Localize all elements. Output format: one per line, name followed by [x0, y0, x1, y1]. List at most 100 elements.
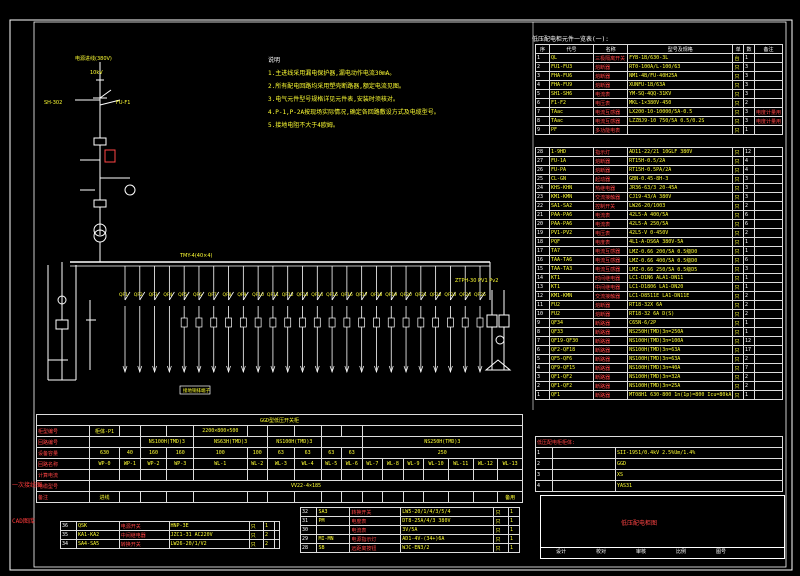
parts-cell: 3 [742, 89, 755, 99]
parts-cell: C65N-6/2P [627, 318, 734, 328]
parts-cell: 只 [732, 219, 744, 229]
circuit-table-header: GGD型低压开关柜 [36, 414, 523, 426]
parts-cell: GBN-0.45-8H-3 [627, 174, 734, 184]
parts-cell: 只 [732, 237, 744, 247]
parts-row: 20 PAA-PA6 电流表 42L5-A 250/5A 只 6 [534, 219, 784, 229]
parts-cell [753, 336, 784, 346]
branch-feeder: QF4 [163, 266, 175, 374]
parts-cell: 12 [534, 291, 551, 301]
parts-cell: LC1-D8511E LA1-DN11E [627, 291, 734, 301]
parts-cell: 9 [534, 318, 551, 328]
bottom-parts-table-right: 32 SA3 转换开关 LW5-20/1/4/3/5/4 只 1 31 PM 电度表 DT8-25… [299, 507, 520, 553]
bottom-parts-cell: 只 [493, 525, 510, 535]
parts-cell: 熔断器 [593, 156, 629, 166]
parts-cell: 1 [742, 318, 755, 328]
parts-cell: 多功能电表 [593, 125, 629, 135]
parts-cell: 42L5-A 250/5A [627, 219, 734, 229]
parts-cell: 熔断器 [593, 300, 629, 310]
parts-cell [753, 381, 784, 391]
parts-row: 2 FU1-FU3 熔断器 RT0-100A/L-100/63 只 3 [534, 62, 784, 72]
parts-cell: 电度表 [593, 237, 629, 247]
parts-row: 24 KHS-KHN 热继电器 JR36-63/3 20-45A 只 3 [534, 183, 784, 193]
parts-cell: 20 [534, 219, 551, 229]
parts-cell: 4 [742, 156, 755, 166]
parts-row: 3 QF1-QF2 断路器 NS100H(TMD)3n=32A 只 2 [534, 372, 784, 382]
circuit-cell: 63 [267, 447, 295, 459]
branch-feeder: QF8 [223, 266, 234, 374]
note-item: 1.主进线采用漏电保护器,漏电动作电流30mA。 [268, 70, 396, 77]
parts-cell: 2 [742, 381, 755, 391]
parts-cell: CJ19-43/A 380V [627, 192, 734, 202]
parts-cell: QF1-QF2 [549, 372, 595, 382]
parts-cell: 1 [742, 282, 755, 292]
circuit-cell [193, 469, 248, 481]
circuit-cell [402, 491, 425, 503]
parts-cell: 3 [534, 71, 551, 81]
branch-feeder: QF18 [370, 266, 382, 374]
parts-cell: PQF [549, 237, 595, 247]
parts-cell [753, 273, 784, 283]
circuit-cell: WL-2 [246, 458, 269, 470]
circuit-row-label: 柜型编号 [36, 425, 90, 437]
parts-cell: 只 [732, 107, 744, 117]
circuit-cell [89, 436, 141, 448]
circuit-cell: 63 [341, 447, 363, 459]
parts-cell: 只 [732, 228, 744, 238]
parts-cell: TAA-TA6 [549, 255, 595, 265]
parts-cell: FHA-FU9 [549, 80, 595, 90]
parts-cell: LC1-D1N6 ALA1-DN11 [627, 273, 734, 283]
circuit-cell: 40 [119, 447, 141, 459]
parts-cell: 只 [732, 381, 744, 391]
parts-cell [753, 89, 784, 99]
parts-cell [753, 53, 784, 63]
parts-cell [753, 80, 784, 90]
parts-cell: 电度计量用 [753, 107, 784, 117]
bottom-parts-cell: 1 [262, 521, 275, 531]
parts-cell: 电流互感器 [593, 107, 629, 117]
parts-cell [753, 201, 784, 211]
circuit-cell: 备用 [497, 491, 523, 503]
parts-cell: JR36-63/3 20-45A [627, 183, 734, 193]
bottom-parts-cell: 32 [299, 507, 318, 517]
bottom-parts-cell: JZC1-31 AC220V [168, 530, 250, 540]
bottom-parts-cell: KA1-KA2 [76, 530, 120, 540]
circuit-cell: 柜体-P1 [88, 425, 121, 437]
branch-feeder: QF9 [237, 266, 249, 374]
note-item: 5.接地电阻不大于4欧姆。 [268, 122, 339, 129]
branch-label: QF21 [415, 292, 427, 298]
parts-cell: 1 [742, 237, 755, 247]
parts-cell: 2 [742, 372, 755, 382]
busbar-label: TMY-4(40×4) [179, 253, 212, 259]
bottom-parts-cell: 只 [493, 543, 510, 553]
note-item: 4.P-1,P-2A按现场实际情况,确定各回路敷设方式及电缆型号。 [268, 109, 440, 116]
bottom-parts-cell: 电度表 [349, 516, 402, 526]
parts-cell: KM1-KMN [549, 291, 595, 301]
bottom-parts-cell: 1 [508, 507, 520, 517]
bottom-parts-cell: AD1-4V-(34+)6A [400, 534, 495, 544]
branch-label: QF7 [208, 292, 217, 298]
circuit-cell: WL-9 [402, 458, 425, 470]
aux-circuit [484, 290, 512, 371]
circuit-cell [119, 469, 141, 481]
parts-cell: 6 [742, 255, 755, 265]
circuit-cell: 63 [320, 447, 343, 459]
parts-cell [753, 71, 784, 81]
parts-cell: 7 [534, 107, 551, 117]
parts-cell: 12 [742, 336, 755, 346]
branch-feeder: QF6 [193, 266, 205, 374]
parts-cell [753, 228, 784, 238]
parts-row: 26 FU-PA 熔断器 RT15H-0.5PA/2A 只 4 [534, 165, 784, 175]
circuit-cell: WP-0 [88, 458, 121, 470]
bottom-parts-cell: 29 [299, 534, 318, 544]
circuit-cell [361, 491, 384, 503]
circuit-cell: WL-3 [267, 458, 295, 470]
parts-cell [753, 318, 784, 328]
title-block-cell: 校对 [595, 549, 606, 555]
circuit-cell: WL-5 [320, 458, 343, 470]
parts-row: 1 QL 三极隔离开关 FYB-1B/630-3L 台 1 [534, 53, 784, 63]
parts-cell: QF33 [549, 327, 595, 337]
circuit-cell: WL-11 [447, 458, 474, 470]
parts-cell: QF1 [549, 390, 595, 400]
parts-cell [753, 255, 784, 265]
parts-cell: 2 [742, 300, 755, 310]
